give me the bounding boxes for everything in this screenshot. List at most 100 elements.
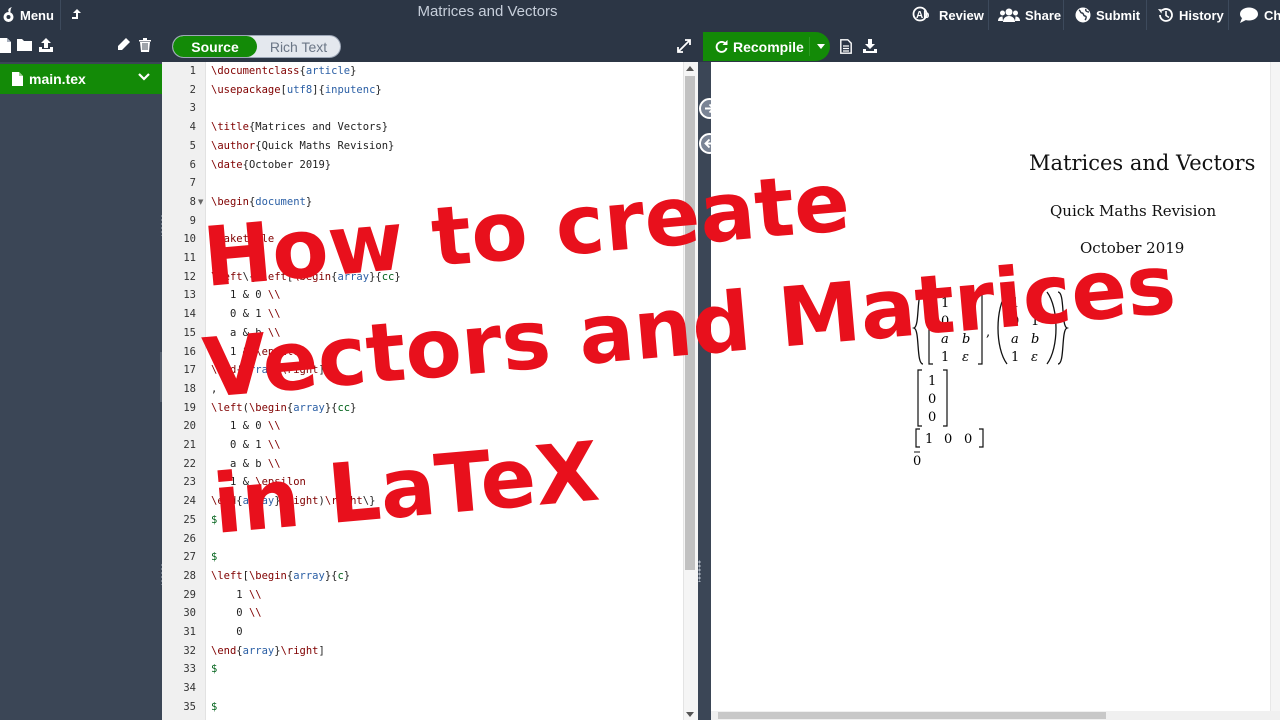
project-title[interactable]: Matrices and Vectors	[0, 0, 975, 30]
line-number: 31	[183, 626, 196, 638]
submit-button[interactable]: Submit	[1075, 0, 1140, 30]
view-logs-button[interactable]	[840, 39, 852, 54]
delete-button[interactable]	[139, 38, 151, 52]
document-icon	[840, 39, 852, 54]
upload-button[interactable]	[39, 38, 53, 52]
code-line: \end{array}\right)\right\}	[211, 495, 376, 508]
line-number: 14	[183, 308, 196, 321]
fold-toggle-icon[interactable]: ▼	[198, 193, 203, 212]
line-number: 27	[183, 551, 196, 564]
column-vector-cell: 0	[928, 392, 936, 407]
pdf-equation: 1 0 0 1 a b 1 ε , 1 0 0 1 a b 1 ε 1 0 0 …	[911, 291, 1070, 468]
share-label: Share	[1025, 7, 1062, 23]
folder-icon	[17, 39, 32, 51]
code-line: 1 & \epsilon	[211, 345, 306, 358]
upload-icon	[39, 38, 53, 52]
pencil-icon	[118, 38, 130, 50]
code-line: a & b \\	[211, 326, 281, 339]
scroll-down-arrow-icon[interactable]	[686, 712, 694, 717]
left-bracket	[928, 291, 933, 365]
matrix-a-cell: 0	[962, 296, 970, 311]
file-tree-item[interactable]: main.tex	[0, 64, 162, 94]
splitter-resize-grip[interactable]	[698, 560, 701, 582]
left-brace	[911, 291, 924, 365]
line-number: 11	[183, 252, 196, 264]
right-bracket	[978, 291, 983, 365]
svg-text:Ab: Ab	[916, 10, 929, 21]
code-line: $	[211, 663, 218, 676]
pdf-horizontal-scrollbar-thumb[interactable]	[718, 712, 1106, 719]
column-vector-right-bracket	[943, 369, 948, 427]
code-line: \documentclass{article}	[211, 65, 357, 77]
recompile-button[interactable]: Recompile	[703, 32, 830, 61]
submit-label: Submit	[1096, 7, 1141, 23]
line-number: 21	[183, 439, 196, 451]
chevron-down-icon[interactable]	[138, 72, 150, 82]
right-paren	[1046, 291, 1057, 365]
expand-icon	[677, 39, 691, 53]
line-number: 3	[189, 102, 196, 115]
line-number: 8	[189, 195, 196, 208]
line-number: 28	[183, 569, 196, 582]
pdf-scrollbar[interactable]	[1270, 62, 1280, 711]
line-number: 32	[183, 644, 196, 657]
code-line: 1 & \epsilon	[211, 476, 306, 489]
row-vector-left-bracket	[915, 428, 920, 448]
tab-rich-text[interactable]: Rich Text	[257, 36, 340, 57]
history-button[interactable]: History	[1157, 0, 1224, 30]
download-icon	[863, 39, 877, 53]
line-number: 35	[183, 700, 196, 713]
users-icon	[998, 8, 1020, 22]
tab-source[interactable]: Source	[173, 36, 257, 57]
editor-toolbar: Source Rich Text	[162, 30, 701, 62]
recompile-options-caret-icon[interactable]	[817, 44, 825, 49]
code-line: \left\{\left[\begin{array}{cc}	[211, 270, 401, 283]
scroll-up-arrow-icon[interactable]	[686, 66, 694, 71]
row-vector-cell: 1	[925, 432, 933, 447]
matrix-a-cell: b	[962, 332, 970, 347]
matrix-b-cell: 0	[1011, 314, 1019, 329]
matrix-a-cell: ε	[962, 350, 969, 365]
toolbar-separator	[1228, 0, 1229, 30]
file-toolbar	[0, 30, 162, 62]
expand-editor-button[interactable]	[677, 39, 691, 53]
line-number: 16	[183, 345, 196, 358]
line-number: 30	[183, 607, 196, 620]
history-label: History	[1179, 7, 1224, 23]
review-icon: Ab	[912, 6, 929, 22]
pdf-preview[interactable]: Matrices and Vectors Quick Maths Revisio…	[711, 62, 1280, 720]
line-number: 12	[183, 270, 196, 283]
line-number: 22	[183, 457, 196, 470]
line-number: 10	[183, 233, 196, 246]
matrix-b-cell: 1	[1011, 350, 1019, 365]
download-pdf-button[interactable]	[863, 39, 877, 53]
toolbar-separator	[988, 0, 989, 30]
rename-button[interactable]	[117, 38, 130, 51]
line-number: 34	[183, 682, 196, 695]
matrix-a-cell: 1	[941, 296, 949, 311]
file-name: main.tex	[29, 71, 86, 87]
left-paren	[997, 291, 1008, 365]
pdf-date: October 2019	[1080, 239, 1185, 257]
right-brace	[1057, 291, 1070, 365]
code-line: 1 & 0 \\	[211, 420, 281, 433]
review-button[interactable]: Ab Review	[912, 0, 984, 30]
new-file-button[interactable]	[0, 38, 11, 53]
matrix-a-cell: 1	[941, 350, 949, 365]
line-number: 2	[189, 83, 196, 96]
code-editor[interactable]: 1 2 3 4 5 6 7 8 ▼ 9 10 11 12 13 14 15 16 17 18 19 20 21 22 23 24…	[162, 62, 698, 720]
code-line: a & b \\	[211, 457, 281, 470]
pane-splitter[interactable]	[698, 62, 720, 720]
column-vector-cell: 1	[928, 374, 936, 389]
new-folder-button[interactable]	[17, 38, 32, 51]
row-vector-cell: 0	[944, 432, 952, 447]
pdf-author: Quick Maths Revision	[1050, 202, 1217, 220]
row-vector-right-bracket	[979, 428, 984, 448]
line-number: 18	[183, 382, 196, 395]
chat-button[interactable]: Cha	[1239, 0, 1280, 30]
code-line: $	[211, 551, 218, 564]
editor-scrollbar-thumb[interactable]	[685, 76, 695, 570]
share-button[interactable]: Share	[998, 0, 1061, 30]
column-vector-left-bracket	[917, 369, 922, 427]
line-number: 1	[189, 65, 196, 77]
